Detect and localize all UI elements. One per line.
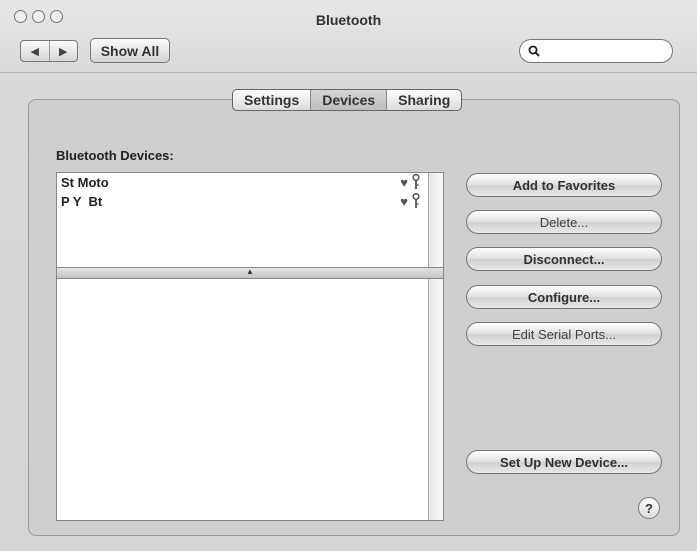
set-up-new-device-button[interactable]: Set Up New Device... <box>466 450 662 474</box>
back-arrow-icon: ◀ <box>30 45 39 58</box>
device-detail-pane <box>56 278 444 521</box>
forward-button[interactable]: ▶ <box>48 41 78 61</box>
show-all-button[interactable]: Show All <box>90 38 170 63</box>
configure-button[interactable]: Configure... <box>466 285 662 309</box>
bluetooth-preferences-window: Bluetooth ◀ ▶ Show All Settings Devices … <box>0 0 697 551</box>
add-to-favorites-button[interactable]: Add to Favorites <box>466 173 662 197</box>
delete-button[interactable]: Delete... <box>466 210 662 234</box>
heart-icon: ♥ <box>400 193 408 209</box>
device-name: P Y Bt <box>61 194 103 209</box>
search-input[interactable] <box>544 43 668 59</box>
search-icon <box>528 45 540 57</box>
edit-serial-ports-button[interactable]: Edit Serial Ports... <box>466 322 662 346</box>
device-list-scrollbar[interactable] <box>428 173 443 267</box>
device-row-st-moto[interactable]: St Moto ♥ <box>57 173 421 192</box>
disconnect-button[interactable]: Disconnect... <box>466 247 662 271</box>
back-forward-control: ◀ ▶ <box>20 40 78 62</box>
bluetooth-devices-label: Bluetooth Devices: <box>56 148 174 163</box>
title-bar: Bluetooth <box>0 0 697 30</box>
tab-bar: Settings Devices Sharing <box>232 89 463 111</box>
device-status-icons: ♥ <box>400 193 421 209</box>
device-list: St Moto ♥ P Y Bt ♥ <box>56 172 444 268</box>
window-title: Bluetooth <box>315 12 382 28</box>
toolbar-divider <box>0 72 697 73</box>
forward-arrow-icon: ▶ <box>59 45 68 58</box>
split-view-handle[interactable]: ▲ <box>56 268 444 278</box>
key-icon <box>412 174 420 189</box>
key-icon <box>412 193 420 208</box>
search-field[interactable] <box>519 39 673 63</box>
back-button[interactable]: ◀ <box>21 41 49 61</box>
device-row-py-bt[interactable]: P Y Bt ♥ <box>57 192 421 211</box>
heart-icon: ♥ <box>400 174 408 190</box>
question-mark-icon: ? <box>645 500 653 516</box>
device-name: St Moto <box>61 175 109 190</box>
tab-settings[interactable]: Settings <box>233 90 310 110</box>
device-status-icons: ♥ <box>400 174 421 190</box>
tab-sharing[interactable]: Sharing <box>386 90 461 110</box>
detail-pane-scrollbar[interactable] <box>428 279 443 520</box>
help-button[interactable]: ? <box>638 497 660 519</box>
tab-devices[interactable]: Devices <box>310 90 387 110</box>
